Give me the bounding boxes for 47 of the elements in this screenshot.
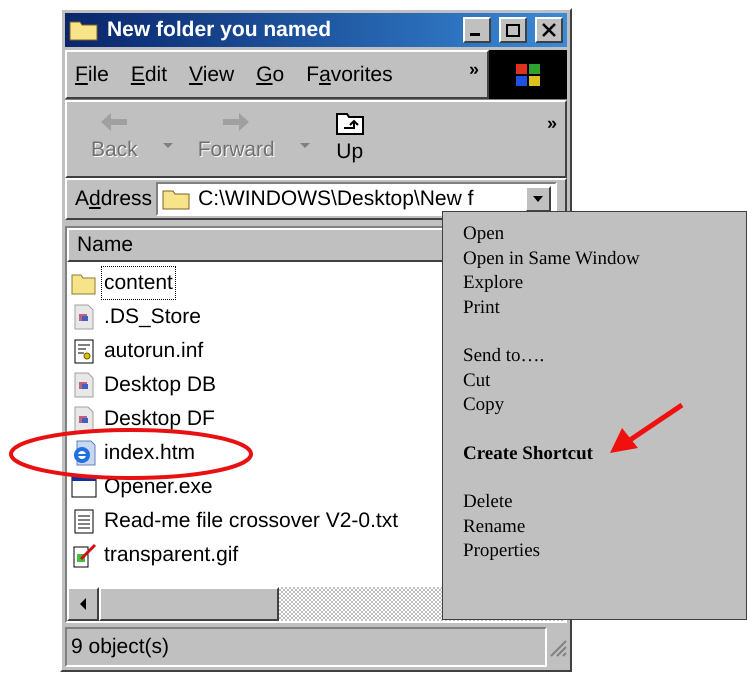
file-name[interactable]: Read-me file crossover V2-0.txt [101,504,402,538]
file-name[interactable]: Desktop DF [101,402,218,436]
menu-entry[interactable]: Send to…. [463,344,544,368]
address-field[interactable]: C:\WINDOWS\Desktop\New f [156,182,557,216]
menu-entry[interactable]: Cut [463,368,490,393]
menu-entry[interactable]: Explore [463,271,524,296]
menu-item[interactable]: File [75,58,109,90]
forward-arrow-icon [221,110,252,134]
maximize-icon [506,24,520,36]
file-name[interactable]: .DS_Store [101,300,204,334]
minimize-button[interactable] [463,17,491,43]
folder-up-icon [334,110,365,136]
caret-icon [533,196,543,202]
file-name[interactable]: Opener.exe [101,470,216,504]
address-label[interactable]: Address [75,183,152,215]
toolbar-overflow-chevron[interactable]: » [546,110,557,137]
menu-entry[interactable]: Print [463,296,500,320]
toolbar-button[interactable]: Up [318,110,381,168]
menu-overflow-chevron[interactable]: » [468,56,479,83]
file-name[interactable]: transparent.gif [101,538,242,572]
status-text: 9 object(s) [71,634,170,660]
menu-entry[interactable]: Create Shortcut [463,442,593,466]
address-dropdown-button[interactable] [525,186,551,212]
window-title: New folder you named [107,17,332,44]
menu-item[interactable]: Favorites [306,58,393,90]
menu-entry[interactable]: Copy [463,393,504,418]
maximize-button[interactable] [499,17,527,43]
scrollbar-thumb[interactable] [99,587,279,621]
close-button[interactable] [535,17,563,43]
back-arrow-icon [99,110,130,134]
file-name[interactable]: content [101,266,176,300]
web-page-icon [71,439,97,467]
left-arrow-icon [78,597,88,611]
menu-item[interactable]: Edit [130,58,168,90]
dropdown-caret-icon [162,142,174,150]
scroll-left-button[interactable] [67,587,99,621]
menu-entry[interactable]: Rename [463,514,526,539]
menu-entry[interactable]: Delete [463,490,513,514]
menu-item[interactable]: View [189,58,234,90]
minimize-icon [470,32,480,36]
image-file-icon [71,541,97,569]
file-name[interactable]: Desktop DB [101,368,220,402]
dropdown-caret-icon [298,142,311,150]
file-name[interactable]: autorun.inf [101,334,206,368]
menu-entry[interactable]: Properties [463,539,540,564]
menu-item[interactable]: Go [256,58,284,90]
close-icon [542,23,556,37]
